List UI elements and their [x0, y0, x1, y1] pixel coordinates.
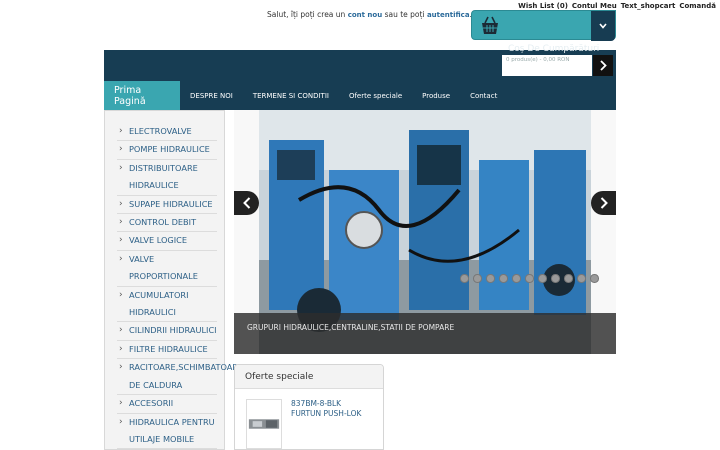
shopping-basket-icon	[482, 16, 498, 34]
category-label: ELECTROVALVE	[129, 126, 192, 136]
product-name-link[interactable]: 837BM-8-BLK FURTUN PUSH-LOK	[291, 399, 379, 418]
minicart-open-button[interactable]	[593, 55, 613, 76]
category-item[interactable]: RACITOARE,SCHIMBATOARE DE CALDURA	[117, 359, 244, 396]
category-label: CILINDRII HIDRAULICI	[129, 325, 217, 336]
category-label: HIDRAULICE	[129, 180, 179, 191]
product-title: FURTUN PUSH-LOK	[291, 408, 362, 418]
shopcart-link[interactable]: Text_shopcart	[621, 2, 676, 10]
category-label: CONTROL DEBIT	[129, 217, 197, 228]
minicart-title: Coș De Cumpărături	[508, 44, 600, 54]
slider-dot[interactable]	[460, 274, 469, 283]
slider-prev-button[interactable]	[234, 191, 259, 215]
slider-dot[interactable]	[486, 274, 495, 283]
nav-home[interactable]: Prima Pagină	[104, 81, 180, 110]
main-nav: Prima Pagină DESPRE NOI TERMENE SI CONDI…	[104, 81, 507, 110]
category-item[interactable]: VALVE PROPORTIONALE	[117, 251, 217, 287]
category-label: VALVE LOGICE	[129, 235, 188, 246]
slider-pagination	[460, 274, 599, 283]
welcome-message: Salut, îți poți crea un cont nou sau te …	[267, 10, 472, 19]
create-account-link[interactable]: cont nou	[348, 11, 383, 19]
category-label: PROPORTIONALE	[129, 271, 198, 282]
category-item[interactable]: CILINDRII HIDRAULICI	[117, 322, 217, 341]
category-label: HIDRAULICA PENTRU	[129, 416, 215, 427]
chevron-down-icon	[599, 23, 607, 29]
category-item[interactable]: CONTROL DEBIT	[117, 214, 217, 233]
category-label: FILTRE HIDRAULICE	[129, 343, 208, 354]
slider-dot[interactable]	[590, 274, 599, 283]
category-label: ACUMULATORI	[129, 289, 189, 300]
slider-dot[interactable]	[551, 274, 560, 283]
category-label: POMPE HIDRAULICE	[129, 144, 210, 155]
category-sidebar: ELECTROVALVE POMPE HIDRAULICE DISTRIBUITOA…	[104, 110, 244, 450]
category-item[interactable]: ACCESORII	[117, 395, 217, 414]
category-label: ACCESORII	[129, 398, 174, 409]
top-links: Wish List (0) Contul Meu Text_shopcart C…	[518, 2, 716, 10]
category-item[interactable]: ELECTROVALVE	[117, 123, 217, 142]
category-label: DE CALDURA	[129, 379, 183, 390]
slider-dot[interactable]	[577, 274, 586, 283]
category-item[interactable]: SUPAPE HIDRAULICE	[117, 196, 217, 215]
slider-dot[interactable]	[473, 274, 482, 283]
category-label: HIDRAULICI	[129, 307, 176, 318]
chevron-left-icon	[242, 197, 250, 209]
slider-dot[interactable]	[499, 274, 508, 283]
category-label: DISTRIBUITOARE	[129, 162, 198, 173]
nav-products[interactable]: Produse	[412, 81, 460, 110]
image-slider: GRUPURI HIDRAULICE,CENTRALINE,STATII DE …	[234, 110, 616, 354]
nav-contact[interactable]: Contact	[460, 81, 507, 110]
category-item[interactable]: HIDRAULICA PENTRU UTILAJE MOBILE	[117, 414, 217, 450]
category-item[interactable]: FILTRE HIDRAULICE	[117, 341, 217, 360]
checkout-link[interactable]: Comandă	[679, 2, 716, 10]
slide-caption-bar	[234, 313, 616, 354]
slider-dot[interactable]	[564, 274, 573, 283]
welcome-prefix: Salut, îți poți crea un	[267, 10, 346, 19]
welcome-middle: sau te poți	[384, 10, 425, 19]
specials-box: Oferte speciale 837BM-8-BLK FURTUN PUSH-…	[234, 364, 384, 450]
account-link[interactable]: Contul Meu	[572, 2, 617, 10]
minicart-subtitle: 0 produs(e) - 0,00 RON	[506, 57, 570, 63]
slider-dot[interactable]	[538, 274, 547, 283]
category-label: RACITOARE,SCHIMBATOARE	[129, 362, 244, 373]
nav-specials[interactable]: Oferte speciale	[339, 81, 412, 110]
page: Wish List (0) Contul Meu Text_shopcart C…	[0, 0, 720, 450]
category-label: SUPAPE HIDRAULICE	[129, 198, 213, 209]
wishlist-link[interactable]: Wish List (0)	[518, 2, 568, 10]
category-item[interactable]: ACUMULATORI HIDRAULICI	[117, 287, 217, 323]
category-item[interactable]: POMPE HIDRAULICE	[117, 141, 217, 160]
cart-dropdown-button[interactable]	[591, 11, 615, 41]
category-label: VALVE	[129, 253, 155, 264]
category-item[interactable]: VALVE LOGICE	[117, 232, 217, 251]
slider-next-button[interactable]	[591, 191, 616, 215]
nav-terms[interactable]: TERMENE SI CONDITII	[243, 81, 339, 110]
category-label: UTILAJE MOBILE	[129, 433, 195, 444]
cart-box[interactable]	[471, 10, 616, 41]
chevron-right-icon	[600, 197, 608, 209]
slider-dot[interactable]	[512, 274, 521, 283]
product-thumbnail[interactable]	[246, 399, 282, 449]
category-list: ELECTROVALVE POMPE HIDRAULICE DISTRIBUITOA…	[117, 123, 244, 450]
product-code: 837BM-8-BLK	[291, 399, 342, 408]
chevron-right-icon	[599, 60, 607, 71]
login-link[interactable]: autentifica	[427, 11, 470, 19]
specials-title: Oferte speciale	[245, 372, 314, 382]
category-item[interactable]: DISTRIBUITOARE HIDRAULICE	[117, 160, 217, 196]
nav-about[interactable]: DESPRE NOI	[180, 81, 243, 110]
slider-dot[interactable]	[525, 274, 534, 283]
slide-caption: GRUPURI HIDRAULICE,CENTRALINE,STATII DE …	[247, 323, 455, 332]
